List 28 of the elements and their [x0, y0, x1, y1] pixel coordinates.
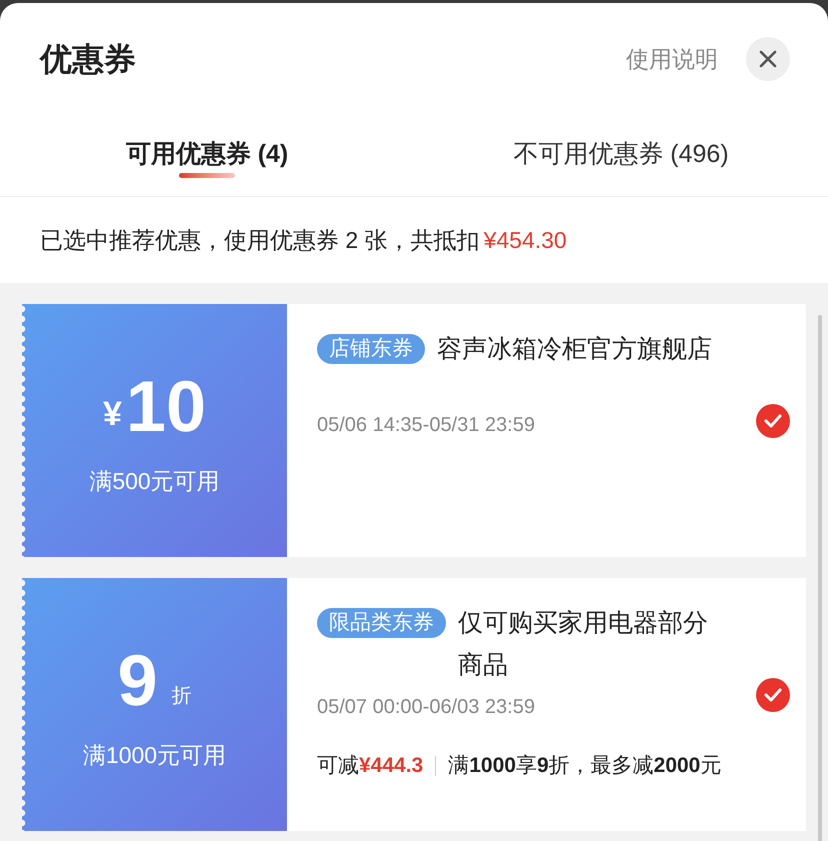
currency-symbol: ¥ — [102, 394, 122, 435]
saving-label: 可减 — [317, 753, 359, 779]
saving-amount: ¥454.30 — [484, 226, 567, 255]
usage-condition: 满1000元可用 — [82, 741, 226, 770]
tab[interactable]: 不可用优惠券 (496) — [414, 113, 828, 196]
coupon-tag: 店铺东券 — [317, 334, 425, 364]
coupon-amount: 10 — [126, 371, 206, 444]
validity-period: 05/06 14:35-05/31 23:59 — [317, 413, 536, 438]
coupon-checkbox[interactable] — [756, 404, 790, 438]
help-link[interactable]: 使用说明 — [626, 42, 718, 76]
discount-value: 9 — [117, 645, 158, 718]
checkmark-icon — [764, 688, 782, 702]
validity-period: 05/07 00:00-06/03 23:59 — [317, 695, 536, 720]
coupon-checkbox[interactable] — [756, 678, 790, 712]
coupon-tag: 限品类东券 — [317, 608, 446, 638]
sheet-title: 优惠券 — [40, 40, 136, 79]
close-button[interactable] — [746, 37, 790, 81]
coupon-title: 容声冰箱冷柜官方旗舰店 — [437, 334, 713, 365]
checkmark-icon — [764, 414, 782, 428]
tab-underline — [179, 173, 235, 178]
tab[interactable]: 可用优惠券 (4) — [0, 113, 414, 196]
coupon-title: 仅可购买家用电器部分商品 — [458, 608, 709, 681]
summary-text: 已选中推荐优惠，使用优惠券 2 张，共抵扣 — [40, 226, 480, 255]
discount-rule: 满1000享9折，最多减2000元 — [448, 753, 722, 779]
discount-unit: 折 — [172, 684, 192, 710]
saving-amount: ¥444.3 — [359, 753, 424, 779]
close-icon — [759, 50, 777, 68]
usage-condition: 满500元可用 — [89, 467, 220, 496]
